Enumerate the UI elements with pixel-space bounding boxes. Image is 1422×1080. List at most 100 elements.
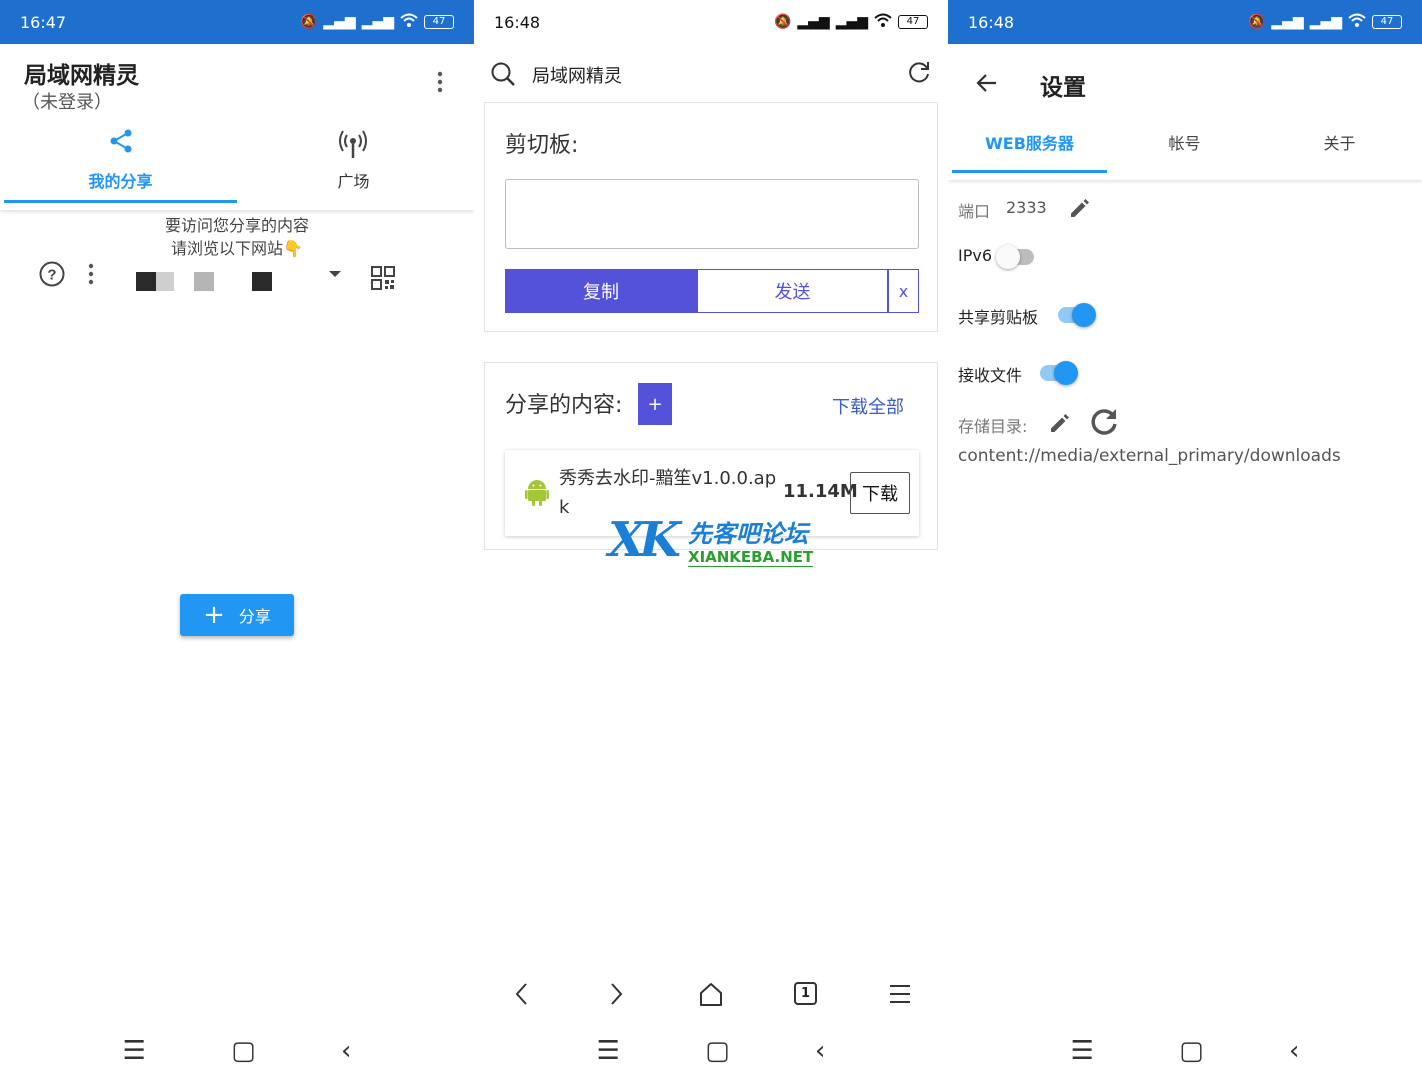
mute-icon: 🔕 [773, 14, 792, 30]
file-size: 11.14M [783, 481, 858, 502]
plus-icon: + [203, 600, 225, 630]
mute-icon: 🔕 [1247, 14, 1266, 30]
home-icon[interactable]: ▢ [231, 1036, 256, 1066]
tab-my-share[interactable]: 我的分享 [4, 124, 237, 204]
signal-icon-2: ▂▄▆ [361, 14, 394, 30]
login-status: （未登录） [22, 92, 112, 113]
edit-storage-icon[interactable] [1048, 411, 1072, 439]
watermark-en: XIANKEBA.NET [688, 548, 814, 567]
back-icon[interactable]: ‹ [1289, 1036, 1299, 1066]
search-icon[interactable] [490, 61, 516, 91]
more-menu-icon[interactable] [428, 70, 452, 94]
system-nav-bar: ☰ ▢ ‹ [474, 1022, 948, 1080]
home-icon[interactable]: ▢ [705, 1036, 730, 1066]
receive-files-label: 接收文件 [958, 366, 1023, 385]
mute-icon: 🔕 [299, 14, 318, 30]
wifi-icon [400, 13, 418, 31]
port-label: 端口 [958, 202, 991, 221]
back-arrow-icon[interactable] [974, 70, 1000, 100]
clipboard-textarea[interactable] [505, 179, 919, 249]
status-bar: 16:48 🔕 ▂▄▆ ▂▄▆ 47 [948, 0, 1422, 44]
watermark-logo: XK 先客吧论坛 XIANKEBA.NET [608, 508, 818, 570]
svg-text:?: ? [47, 267, 56, 284]
status-bar: 16:47 🔕 ▂▄▆ ▂▄▆ 47 [0, 0, 474, 44]
signal-icon: ▂▄▆ [323, 14, 356, 30]
panel-browser: 16:48 🔕 ▂▄▆ ▂▄▆ 47 局域网精灵 剪切板: 复制 发送 x 分享… [474, 0, 948, 1080]
receive-files-toggle[interactable] [1038, 358, 1078, 388]
storage-path: content://media/external_primary/downloa… [958, 446, 1341, 466]
settings-header: 设置 WEB服务器 帐号 关于 [948, 44, 1422, 180]
active-tab-indicator [4, 200, 237, 203]
wifi-icon [874, 13, 892, 31]
tab-my-share-label: 我的分享 [88, 172, 153, 191]
copy-button[interactable]: 复制 [505, 269, 697, 313]
menu-icon[interactable]: ☰ [123, 1036, 146, 1066]
share-icon [108, 128, 134, 158]
broadcast-icon [337, 128, 369, 164]
watermark-mark: XK [608, 512, 681, 568]
clipboard-title: 剪切板: [505, 133, 579, 158]
battery-icon: 47 [424, 15, 454, 29]
battery-icon: 47 [898, 15, 928, 29]
send-button[interactable]: 发送 [697, 269, 888, 313]
system-nav-bar: ☰ ▢ ‹ [0, 1022, 474, 1080]
tab-plaza[interactable]: 广场 [237, 124, 470, 204]
android-icon [525, 478, 549, 510]
system-nav-bar: ☰ ▢ ‹ [948, 1022, 1422, 1080]
signal-icon: ▂▄▆ [1271, 14, 1304, 30]
signal-icon: ▂▄▆ [797, 14, 830, 30]
menu-icon[interactable]: ☰ [597, 1036, 620, 1066]
dropdown-arrow-icon[interactable] [328, 266, 342, 285]
browser-back-icon[interactable] [512, 980, 532, 1012]
address-bar-text[interactable]: 局域网精灵 [532, 62, 622, 88]
clipboard-card: 剪切板: 复制 发送 x [484, 102, 938, 332]
browser-tabs-icon[interactable]: 1 [794, 982, 817, 1005]
watermark-cn: 先客吧论坛 [688, 520, 808, 548]
panel-my-share: 16:47 🔕 ▂▄▆ ▂▄▆ 47 局域网精灵 （未登录） 我的分享 广场 要… [0, 0, 474, 1080]
status-time: 16:47 [20, 12, 67, 32]
tab-about[interactable]: 关于 [1262, 130, 1417, 154]
browser-home-icon[interactable] [698, 980, 724, 1012]
app-title: 局域网精灵 [24, 63, 139, 89]
tab-account[interactable]: 帐号 [1107, 130, 1262, 154]
browser-menu-icon[interactable] [888, 982, 912, 1010]
port-value: 2333 [1006, 198, 1047, 217]
browser-forward-icon[interactable] [606, 980, 626, 1012]
access-hint-line1: 要访问您分享的内容 [164, 216, 309, 235]
access-hint: 要访问您分享的内容 请浏览以下网站👇 [0, 214, 474, 260]
back-icon[interactable]: ‹ [341, 1036, 351, 1066]
menu-icon[interactable]: ☰ [1071, 1036, 1094, 1066]
signal-icon-2: ▂▄▆ [835, 14, 868, 30]
refresh-icon[interactable] [906, 60, 932, 90]
download-button[interactable]: 下载 [850, 472, 910, 514]
status-time: 16:48 [494, 12, 541, 32]
share-clipboard-label: 共享剪贴板 [958, 308, 1039, 327]
battery-icon: 47 [1372, 15, 1402, 29]
panel-settings: 16:48 🔕 ▂▄▆ ▂▄▆ 47 设置 WEB服务器 帐号 关于 端口 23… [948, 0, 1422, 1080]
reset-storage-icon[interactable] [1088, 406, 1120, 442]
ipv6-label: IPv6 [958, 246, 993, 265]
share-clipboard-toggle[interactable] [1056, 300, 1096, 330]
ipv6-toggle[interactable] [996, 242, 1036, 272]
browser-toolbar: 1 [474, 976, 948, 1012]
edit-port-icon[interactable] [1068, 196, 1092, 224]
shared-content-title: 分享的内容: [505, 393, 623, 418]
download-all-link[interactable]: 下载全部 [832, 393, 904, 419]
share-button[interactable]: + 分享 [180, 594, 294, 636]
back-icon[interactable]: ‹ [815, 1036, 825, 1066]
clear-button[interactable]: x [888, 269, 919, 313]
signal-icon-2: ▂▄▆ [1309, 14, 1342, 30]
add-share-button[interactable]: + [638, 383, 672, 425]
site-url-obscured[interactable] [118, 262, 308, 294]
help-icon[interactable]: ? [38, 260, 66, 292]
share-button-label: 分享 [238, 607, 271, 626]
access-hint-line2: 请浏览以下网站👇 [171, 239, 303, 258]
qr-code-icon[interactable] [371, 266, 395, 294]
storage-label: 存储目录: [958, 417, 1028, 436]
url-options-icon[interactable] [80, 262, 102, 290]
tab-web-server[interactable]: WEB服务器 [952, 130, 1107, 154]
active-tab-indicator [952, 170, 1107, 173]
home-icon[interactable]: ▢ [1179, 1036, 1204, 1066]
wifi-icon [1348, 13, 1366, 31]
tab-plaza-label: 广场 [337, 172, 370, 191]
